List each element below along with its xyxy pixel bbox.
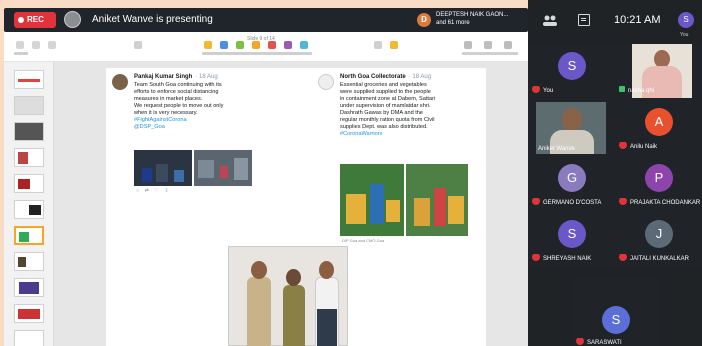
slide-thumbnail[interactable] xyxy=(14,122,44,141)
media-icon[interactable] xyxy=(284,41,292,49)
format-icon[interactable] xyxy=(464,41,472,49)
toolbar-icon[interactable] xyxy=(48,41,56,49)
tweet-text: Team South Goa continuing with its effor… xyxy=(134,82,224,130)
tweet-photo xyxy=(194,150,252,186)
comment-icon[interactable] xyxy=(300,41,308,49)
participant-name: nasha qhi xyxy=(628,88,655,94)
self-label: You xyxy=(680,32,689,38)
shape-icon[interactable] xyxy=(268,41,276,49)
tweet-photo xyxy=(134,150,192,186)
slide-thumbnail[interactable] xyxy=(14,174,44,193)
host-avatar: D xyxy=(417,13,431,27)
participant-tile[interactable]: Aniket Wanve xyxy=(528,100,615,156)
slide-thumbnail[interactable] xyxy=(14,96,44,115)
tweet-author: Pankaj Kumar Singh xyxy=(134,74,193,80)
table-icon[interactable] xyxy=(236,41,244,49)
participant-name: Anilu Naik xyxy=(630,144,658,150)
clock: 10:21 AM xyxy=(614,14,661,26)
status-bar: 10:21 AM S You xyxy=(528,8,702,38)
toolbar-icon[interactable] xyxy=(32,41,40,49)
document-icon[interactable] xyxy=(504,41,512,49)
mic-off-icon xyxy=(532,254,540,262)
photo-caption: DIP Goa and CMO Goa xyxy=(342,238,385,243)
slide-thumbnail-selected[interactable] xyxy=(14,226,44,245)
group-photo xyxy=(228,246,348,346)
participant-name: SARASWATI xyxy=(587,340,622,346)
participant-name: GERMANO D'COSTA xyxy=(543,200,602,206)
tweet-photo xyxy=(406,164,468,236)
slide-thumbnails xyxy=(4,62,54,346)
toolbar-icon[interactable] xyxy=(16,41,24,49)
tweet-photo xyxy=(340,164,404,236)
participant-tile[interactable]: G GERMANO D'COSTA xyxy=(528,156,615,212)
mic-off-icon xyxy=(619,254,627,262)
tweet-author: North Goa Collectorate xyxy=(340,74,406,80)
meeting-header: REC Aniket Wanve is presenting D DEEPTES… xyxy=(4,8,528,32)
collaborate-icon[interactable] xyxy=(374,41,382,49)
toolbar-icon[interactable] xyxy=(204,41,212,49)
participant-name: JAITALI KUNKALKAR xyxy=(630,256,689,262)
slide-thumbnail[interactable] xyxy=(14,278,44,297)
mic-off-icon xyxy=(532,86,540,94)
tweet-card: North Goa Collectorate · 18 Aug Essential… xyxy=(318,74,478,244)
slide-canvas: Pankaj Kumar Singh · 18 Aug Team South Go… xyxy=(54,62,528,346)
avatar: P xyxy=(645,164,673,192)
text-icon[interactable] xyxy=(252,41,260,49)
screen: Slide 9 of 14 Pankaj Kumar Singh · 18 Aug xyxy=(0,0,702,346)
participant-tile[interactable]: S SHREYASH NAIK xyxy=(528,212,615,268)
tweet-text: Essential groceries and vegetables were … xyxy=(340,82,436,137)
mic-off-icon xyxy=(619,142,627,150)
participant-tile[interactable]: nasha qhi xyxy=(615,44,702,100)
mic-off-icon xyxy=(576,338,584,346)
avatar xyxy=(318,74,334,90)
recording-indicator: REC xyxy=(14,12,56,28)
self-avatar[interactable]: S xyxy=(678,12,694,28)
avatar: A xyxy=(645,108,673,136)
participant-panel: 10:21 AM S You S You nasha qhi Aniket Wa… xyxy=(528,0,702,346)
participant-tile[interactable]: P PRAJAKTA CHODANKAR xyxy=(615,156,702,212)
animate-icon[interactable] xyxy=(484,41,492,49)
participant-name: PRAJAKTA CHODANKAR xyxy=(630,200,701,206)
participant-summary[interactable]: DEEPTESH NAIK GAON... and 61 more xyxy=(436,11,526,27)
participant-tile[interactable]: A Anilu Naik xyxy=(615,100,702,156)
slide-thumbnail[interactable] xyxy=(14,200,44,219)
avatar xyxy=(112,74,128,90)
avatar: J xyxy=(645,220,673,248)
tweet-date: · 18 Aug xyxy=(408,74,432,80)
presenter-status: Aniket Wanve is presenting xyxy=(92,14,213,25)
avatar: S xyxy=(602,306,630,334)
current-slide: Pankaj Kumar Singh · 18 Aug Team South Go… xyxy=(106,68,486,346)
presentation-toolbar: Slide 9 of 14 xyxy=(4,32,528,62)
tweet-card: Pankaj Kumar Singh · 18 Aug Team South Go… xyxy=(112,74,262,194)
tweet-actions: ○ ⇄ ♡ ⇪ xyxy=(136,188,169,194)
slide-counter: Slide 9 of 14 xyxy=(247,36,275,42)
tweet-date: · 18 Aug xyxy=(195,74,218,80)
participant-tile[interactable]: S You xyxy=(528,44,615,100)
participant-name: You xyxy=(543,88,554,94)
slide-thumbnail[interactable] xyxy=(14,252,44,271)
record-icon xyxy=(18,17,24,23)
chat-icon[interactable] xyxy=(578,14,590,26)
mic-on-icon xyxy=(619,86,625,93)
presenter-avatar xyxy=(64,11,81,28)
shared-presentation: Slide 9 of 14 Pankaj Kumar Singh · 18 Aug xyxy=(4,32,528,346)
slide-thumbnail[interactable] xyxy=(14,70,44,89)
mic-off-icon xyxy=(532,198,540,206)
toolbar-icon[interactable] xyxy=(390,41,398,49)
slide-thumbnail[interactable] xyxy=(14,304,44,323)
chart-icon[interactable] xyxy=(220,41,228,49)
avatar: G xyxy=(558,164,586,192)
participant-name: Aniket Wanve xyxy=(538,146,575,152)
slide-thumbnail[interactable] xyxy=(14,330,44,346)
avatar: S xyxy=(558,52,586,80)
participants-icon[interactable] xyxy=(542,14,558,26)
participant-name: SHREYASH NAIK xyxy=(543,256,592,262)
mic-off-icon xyxy=(619,198,627,206)
participant-tile[interactable]: S SARASWATI xyxy=(572,276,659,346)
avatar: S xyxy=(558,220,586,248)
slide-thumbnail[interactable] xyxy=(14,148,44,167)
add-icon[interactable] xyxy=(134,41,142,49)
participant-tile[interactable]: J JAITALI KUNKALKAR xyxy=(615,212,702,268)
